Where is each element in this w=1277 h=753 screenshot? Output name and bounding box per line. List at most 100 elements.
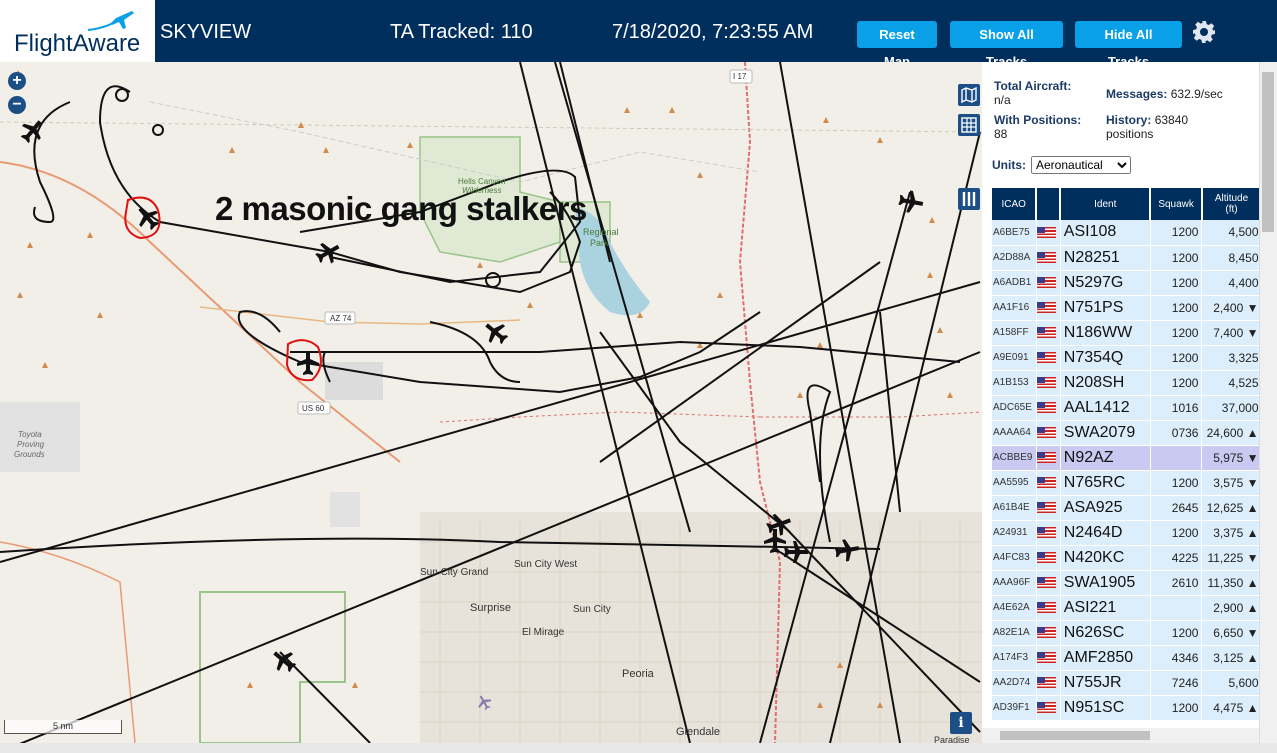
reset-map-button[interactable]: Reset Map — [857, 21, 937, 69]
us-flag-icon — [1036, 376, 1056, 388]
us-flag-icon — [1036, 551, 1056, 563]
scroll-thumb[interactable] — [1262, 72, 1274, 232]
row-squawk: 2645 — [1150, 495, 1203, 521]
table-row[interactable]: A9E091 N7354Q 1200 3,325 — [992, 345, 1260, 371]
table-row[interactable]: A4E62A ASI221 2,900 ▲ — [992, 595, 1260, 621]
label-glendale: Glendale — [676, 726, 721, 738]
row-altitude: 4,400 — [1201, 270, 1260, 296]
info-icon[interactable]: i — [950, 712, 972, 734]
show-all-tracks-button[interactable]: Show All Tracks — [950, 21, 1063, 69]
row-flag — [1036, 395, 1061, 421]
row-squawk: 1200 — [1150, 695, 1203, 721]
plane-icon — [273, 651, 297, 673]
row-flag — [1036, 545, 1061, 571]
row-flag — [1036, 595, 1061, 621]
grid-icon[interactable] — [958, 114, 980, 136]
row-squawk: 1200 — [1150, 470, 1203, 496]
map-view[interactable]: AZ 74 US 60 I 17 Hells Canyon Wilderness… — [0, 62, 982, 743]
col-altitude[interactable]: Altitude (ft) — [1201, 188, 1260, 220]
annotation-text: 2 masonic gang stalkers — [215, 190, 587, 227]
units-select[interactable]: Aeronautical — [1031, 156, 1131, 174]
row-flag — [1036, 495, 1061, 521]
table-row[interactable]: ACBBE9 N92AZ 5,975 ▼ — [992, 445, 1260, 471]
row-squawk: 1200 — [1150, 345, 1203, 371]
flightaware-logo[interactable]: FlightAware — [0, 0, 155, 62]
col-flag[interactable] — [1036, 188, 1062, 220]
table-row[interactable]: AD39F1 N951SC 1200 4,475 ▲ — [992, 695, 1260, 721]
table-row[interactable]: A82E1A N626SC 1200 6,650 ▼ — [992, 620, 1260, 646]
row-icao: ADC65E — [992, 395, 1037, 421]
tracked-count: TA Tracked: 110 — [390, 21, 533, 43]
row-flag — [1036, 445, 1061, 471]
logo-text: FlightAware — [14, 30, 141, 57]
row-altitude: 8,450 — [1201, 245, 1260, 271]
label-el-mirage: El Mirage — [522, 627, 565, 638]
us-flag-icon — [1036, 301, 1056, 313]
datetime: 7/18/2020, 7:23:55 AM — [612, 21, 814, 43]
table-row[interactable]: A158FF N186WW 1200 7,400 ▼ — [992, 320, 1260, 346]
row-flag — [1036, 670, 1061, 696]
top-header: FlightAware SKYVIEW TA Tracked: 110 7/18… — [0, 0, 1277, 69]
map-scale: 5 nm — [4, 720, 122, 734]
row-altitude: 24,600 ▲ — [1201, 420, 1260, 446]
row-altitude: 6,650 ▼ — [1201, 620, 1260, 646]
table-row[interactable]: ADC65E AAL1412 1016 37,000 — [992, 395, 1260, 421]
road — [439, 411, 761, 423]
row-icao: A61B4E — [992, 495, 1037, 521]
zoom-out-icon[interactable]: − — [8, 96, 26, 114]
table-row[interactable]: AA1F16 N751PS 1200 2,400 ▼ — [992, 295, 1260, 321]
row-squawk: 0736 — [1150, 420, 1203, 446]
park-boundary — [199, 591, 346, 743]
table-row[interactable]: A6ADB1 N5297G 1200 4,400 — [992, 270, 1260, 296]
row-ident: N2464D — [1060, 520, 1151, 546]
table-row[interactable]: A6BE75 ASI108 1200 4,500 — [992, 220, 1260, 246]
columns-icon[interactable] — [958, 188, 980, 210]
table-row[interactable]: A24931 N2464D 1200 3,375 ▲ — [992, 520, 1260, 546]
vertical-scrollbar[interactable] — [1259, 62, 1277, 743]
scroll-thumb[interactable] — [1000, 731, 1150, 740]
total-aircraft-value: n/a — [994, 93, 1011, 107]
table-row[interactable]: AAAA64 SWA2079 0736 24,600 ▲ — [992, 420, 1260, 446]
table-row[interactable]: A2D88A N28251 1200 8,450 — [992, 245, 1260, 271]
us-flag-icon — [1036, 526, 1056, 538]
map-layer-icon[interactable] — [958, 84, 980, 106]
row-flag — [1036, 520, 1061, 546]
col-ident[interactable]: Ident — [1060, 188, 1152, 220]
gear-icon[interactable] — [1192, 20, 1216, 44]
table-row[interactable]: AAA96F SWA1905 2610 11,350 ▲ — [992, 570, 1260, 596]
row-ident: ASI108 — [1060, 220, 1151, 246]
hide-all-tracks-button[interactable]: Hide All Tracks — [1075, 21, 1182, 69]
horizontal-scrollbar[interactable] — [982, 728, 1259, 743]
track-loop — [152, 124, 164, 136]
boundary — [0, 121, 982, 133]
table-row[interactable]: A61B4E ASA925 2645 12,625 ▲ — [992, 495, 1260, 521]
row-ident: N208SH — [1060, 370, 1151, 396]
col-squawk[interactable]: Squawk — [1150, 188, 1203, 220]
row-icao: AAA96F — [992, 570, 1037, 596]
table-row[interactable]: A4FC83 N420KC 4225 11,225 ▼ — [992, 545, 1260, 571]
us-flag-icon — [1036, 401, 1056, 413]
table-row[interactable]: AA2D74 N755JR 7246 5,600 — [992, 670, 1260, 696]
row-flag — [1036, 370, 1061, 396]
table-row[interactable]: A174F3 AMF2850 4346 3,125 ▲ — [992, 645, 1260, 671]
history-stat: History: 63840 positions — [1106, 113, 1188, 141]
row-squawk: 4225 — [1150, 545, 1203, 571]
col-icao[interactable]: ICAO — [992, 188, 1038, 220]
label-sun-city-west: Sun City West — [514, 559, 578, 570]
row-altitude: 2,900 ▲ — [1201, 595, 1260, 621]
label-sun-city-grand: Sun City Grand — [420, 567, 489, 578]
label-surprise: Surprise — [470, 602, 511, 614]
road — [760, 411, 982, 418]
row-altitude: 5,600 — [1201, 670, 1260, 696]
row-icao: AA5595 — [992, 470, 1037, 496]
table-row[interactable]: AA5595 N765RC 1200 3,575 ▼ — [992, 470, 1260, 496]
table-row[interactable]: A1B153 N208SH 1200 4,525 — [992, 370, 1260, 396]
row-altitude: 3,125 ▲ — [1201, 645, 1260, 671]
row-squawk: 1200 — [1150, 220, 1203, 246]
row-squawk: 1200 — [1150, 370, 1203, 396]
row-flag — [1036, 620, 1061, 646]
row-altitude: 11,225 ▼ — [1201, 545, 1260, 571]
road-az74 — [199, 306, 521, 325]
row-ident: N751PS — [1060, 295, 1151, 321]
zoom-in-icon[interactable]: + — [8, 72, 26, 90]
